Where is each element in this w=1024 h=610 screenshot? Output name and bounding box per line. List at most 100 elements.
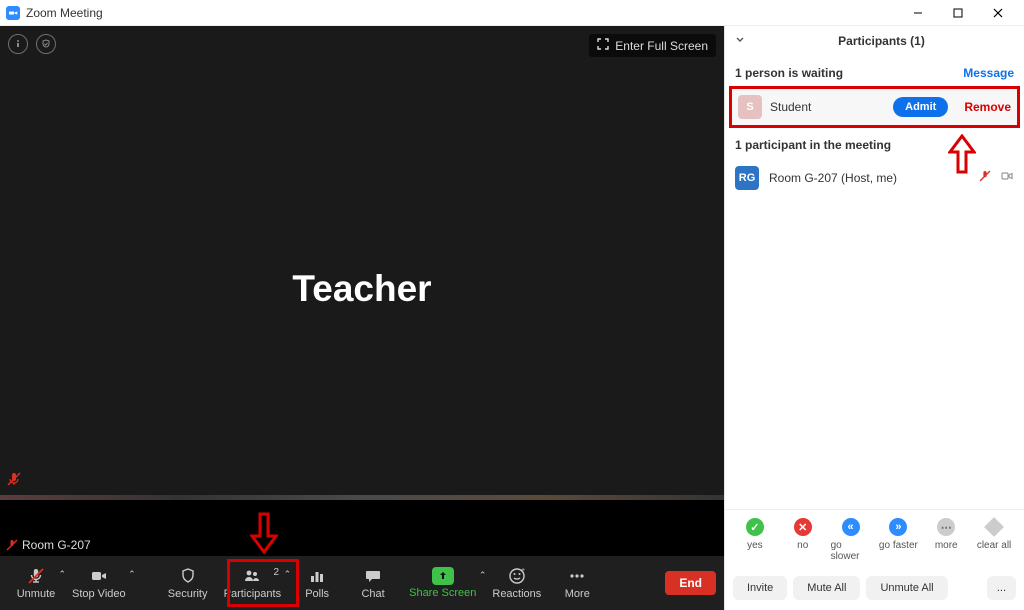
avatar: S — [738, 95, 762, 119]
active-speaker-video: Teacher — [0, 82, 724, 495]
more-button[interactable]: More — [549, 566, 605, 600]
remove-label: Remove — [964, 100, 1011, 114]
waiting-room-label: 1 person is waiting — [735, 66, 843, 80]
feedback-clear-label: clear all — [977, 540, 1011, 551]
check-icon: ✓ — [746, 518, 764, 536]
feedback-slower-button[interactable]: « go slower — [831, 518, 871, 562]
svg-text:+: + — [521, 567, 525, 574]
waiting-room-header: 1 person is waiting Message — [725, 56, 1024, 86]
avatar: RG — [735, 166, 759, 190]
chevron-up-icon[interactable]: ⌃ — [128, 569, 136, 580]
fullscreen-label: Enter Full Screen — [615, 39, 708, 53]
window-close-button[interactable] — [978, 0, 1018, 26]
waiting-participant-row: S Student Admit Remove — [729, 86, 1020, 128]
mute-all-label: Mute All — [807, 582, 846, 594]
invite-label: Invite — [747, 582, 773, 594]
end-meeting-button[interactable]: End — [665, 571, 716, 595]
participants-panel-header: Participants (1) — [725, 26, 1024, 56]
slower-icon: « — [842, 518, 860, 536]
participants-count: 2 — [274, 567, 280, 578]
in-meeting-header: 1 participant in the meeting — [725, 128, 1024, 158]
stop-video-label: Stop Video — [72, 588, 126, 600]
reactions-button[interactable]: + Reactions — [484, 566, 549, 600]
end-label: End — [679, 576, 702, 590]
active-speaker-name: Teacher — [292, 268, 431, 310]
meeting-video-area: Enter Full Screen Teacher Room G-207 — [0, 26, 724, 610]
collapse-panel-button[interactable] — [735, 34, 749, 48]
window-title-bar: Zoom Meeting — [0, 0, 1024, 26]
smiley-icon: + — [507, 566, 527, 586]
unmute-button[interactable]: Unmute ⌃ — [8, 566, 64, 600]
share-arrow-icon — [432, 567, 454, 585]
waiting-participant-name: Student — [770, 100, 885, 114]
participants-panel: Participants (1) 1 person is waiting Mes… — [724, 26, 1024, 610]
feedback-no-label: no — [797, 540, 808, 551]
meeting-info-icon[interactable] — [8, 34, 28, 54]
participants-header-title: Participants (1) — [749, 34, 1014, 48]
chat-bubble-icon — [363, 566, 383, 586]
security-button[interactable]: Security — [160, 566, 216, 600]
chat-button[interactable]: Chat — [345, 566, 401, 600]
enter-fullscreen-button[interactable]: Enter Full Screen — [589, 34, 716, 57]
window-maximize-button[interactable] — [938, 0, 978, 26]
eraser-icon — [984, 517, 1004, 537]
zoom-logo-icon — [6, 6, 20, 20]
participants-button[interactable]: Participants 2 ⌃ — [216, 566, 289, 600]
share-screen-button[interactable]: Share Screen ⌃ — [401, 567, 484, 599]
panel-bottom-actions: Invite Mute All Unmute All ... — [725, 570, 1024, 610]
meeting-top-bar: Enter Full Screen — [0, 26, 724, 82]
participant-name: Room G-207 (Host, me) — [769, 171, 968, 185]
unmute-label: Unmute — [17, 588, 56, 600]
more-label: More — [565, 588, 590, 600]
panel-more-button[interactable]: ... — [987, 576, 1016, 600]
nonverbal-feedback-row: ✓ yes ✕ no « go slower » go faster ⋯ more cle… — [725, 509, 1024, 570]
feedback-clear-all-button[interactable]: clear all — [974, 518, 1014, 562]
feedback-yes-button[interactable]: ✓ yes — [735, 518, 775, 562]
self-view-bar: Room G-207 — [0, 500, 724, 556]
mute-all-button[interactable]: Mute All — [793, 576, 860, 600]
unmute-all-label: Unmute All — [880, 582, 933, 594]
stop-video-button[interactable]: Stop Video ⌃ — [64, 566, 134, 600]
self-muted-icon — [6, 539, 18, 551]
admit-button[interactable]: Admit — [893, 97, 948, 117]
video-camera-icon — [89, 566, 109, 586]
admit-label: Admit — [905, 101, 936, 113]
people-icon — [242, 566, 262, 586]
security-label: Security — [168, 588, 208, 600]
reactions-label: Reactions — [492, 588, 541, 600]
mic-muted-icon — [978, 169, 992, 188]
meeting-control-bar: Unmute ⌃ Stop Video ⌃ Security Participa… — [0, 556, 724, 610]
window-title: Zoom Meeting — [26, 6, 103, 20]
more-dots-icon: ⋯ — [937, 518, 955, 536]
chat-label: Chat — [361, 588, 384, 600]
feedback-more-label: more — [935, 540, 958, 551]
fullscreen-icon — [597, 38, 609, 53]
share-screen-label: Share Screen — [409, 587, 476, 599]
remove-button[interactable]: Remove — [964, 100, 1011, 114]
camera-off-icon — [1000, 169, 1014, 188]
feedback-faster-label: go faster — [879, 540, 918, 551]
feedback-faster-button[interactable]: » go faster — [878, 518, 918, 562]
annotation-arrow-up-icon — [948, 134, 976, 174]
faster-icon: » — [889, 518, 907, 536]
self-view-label: Room G-207 — [6, 538, 91, 552]
bar-chart-icon — [307, 566, 327, 586]
message-waiting-link[interactable]: Message — [963, 66, 1014, 80]
more-dots-icon — [567, 566, 587, 586]
invite-button[interactable]: Invite — [733, 576, 787, 600]
feedback-yes-label: yes — [747, 540, 763, 551]
polls-button[interactable]: Polls — [289, 566, 345, 600]
shield-icon — [178, 566, 198, 586]
feedback-slower-label: go slower — [831, 540, 871, 562]
self-name: Room G-207 — [22, 538, 91, 552]
encryption-shield-icon[interactable] — [36, 34, 56, 54]
unmute-all-button[interactable]: Unmute All — [866, 576, 947, 600]
speaker-muted-icon — [6, 471, 22, 492]
feedback-more-button[interactable]: ⋯ more — [926, 518, 966, 562]
cross-icon: ✕ — [794, 518, 812, 536]
feedback-no-button[interactable]: ✕ no — [783, 518, 823, 562]
window-minimize-button[interactable] — [898, 0, 938, 26]
participant-row[interactable]: RG Room G-207 (Host, me) — [725, 158, 1024, 198]
microphone-muted-icon — [26, 566, 46, 586]
annotation-arrow-down-icon — [250, 512, 278, 556]
